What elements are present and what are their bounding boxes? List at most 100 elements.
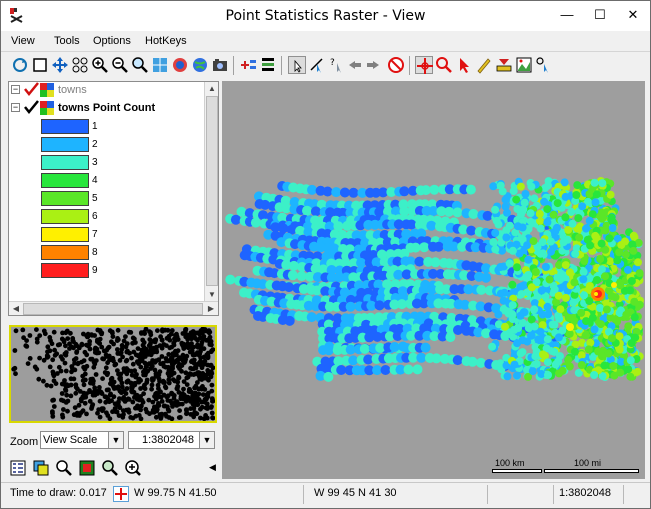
menu-hotkeys[interactable]: HotKeys (145, 35, 187, 47)
stop-icon[interactable] (387, 56, 405, 74)
snapshot-icon[interactable] (211, 56, 229, 74)
legend-swatch[interactable] (41, 119, 89, 134)
status-separator (623, 485, 624, 504)
collapse-panel-icon[interactable]: ◀ (209, 462, 216, 473)
status-coordinates-dms: W 99 45 N 41 30 (314, 487, 397, 499)
scroll-up-icon[interactable]: ▲ (205, 82, 219, 96)
scroll-thumb[interactable] (23, 303, 203, 315)
legend-swatch-label: 1 (92, 121, 98, 132)
zoom-overview-icon[interactable] (101, 459, 119, 477)
expand-toggle[interactable]: − (11, 103, 20, 112)
zoom-to-layer-icon[interactable] (131, 56, 149, 74)
toolbar-separator (233, 56, 234, 75)
zoom-out-icon[interactable] (111, 56, 129, 74)
legend-swatch-label: 6 (92, 211, 98, 222)
check-icon[interactable] (23, 99, 39, 119)
scroll-thumb[interactable] (206, 96, 218, 286)
pointer-icon[interactable] (455, 56, 473, 74)
select-icon[interactable] (288, 56, 306, 74)
legend-swatch-label: 8 (92, 247, 98, 258)
layer-manager-icon[interactable] (259, 56, 277, 74)
scroll-down-icon[interactable]: ▼ (205, 288, 219, 302)
legend-swatch[interactable] (41, 263, 89, 278)
locator-icon[interactable] (78, 459, 96, 477)
scale-bar-mi-label: 100 mi (574, 458, 602, 468)
menu-options[interactable]: Options (93, 35, 131, 47)
maximize-button[interactable]: ☐ (585, 1, 615, 31)
legend-swatch[interactable] (41, 245, 89, 260)
redraw-icon[interactable] (11, 56, 29, 74)
back-icon[interactable] (346, 56, 364, 74)
scale-bar-km-label: 100 km (495, 458, 525, 468)
scroll-left-icon[interactable]: ◀ (9, 302, 23, 316)
legend-swatch-label: 9 (92, 265, 98, 276)
multi-layer-icon[interactable] (171, 56, 189, 74)
zoom-in-icon[interactable] (91, 56, 109, 74)
zoom-selected-icon[interactable] (151, 56, 169, 74)
zoom-mode-value: View Scale (43, 434, 98, 446)
edit-ruler-icon[interactable] (495, 56, 513, 74)
chevron-down-icon[interactable]: ▼ (199, 432, 214, 448)
add-layer-icon[interactable] (239, 56, 257, 74)
search-icon[interactable] (55, 459, 73, 477)
raster-layer-icon (40, 101, 54, 115)
legend-vertical-scrollbar[interactable]: ▲ ▼ (204, 82, 218, 302)
map-canvas[interactable]: 100 km 100 mi (222, 81, 645, 479)
legend-horizontal-scrollbar[interactable]: ◀ ▶ (9, 301, 218, 315)
image-icon[interactable] (515, 56, 533, 74)
chevron-down-icon[interactable]: ▼ (108, 432, 123, 448)
sketch-icon[interactable] (535, 56, 553, 74)
expand-toggle[interactable]: − (11, 85, 20, 94)
legend-swatch[interactable] (41, 227, 89, 242)
zoom-scale-select[interactable]: 1:3802048 ▼ (128, 431, 215, 449)
overview-map[interactable] (9, 325, 217, 423)
legend-swatch-label: 7 (92, 229, 98, 240)
close-button[interactable]: ✕ (618, 1, 648, 31)
minimize-button[interactable]: — (552, 1, 582, 31)
legend-swatch[interactable] (41, 137, 89, 152)
measure-icon[interactable] (308, 56, 326, 74)
status-separator (487, 485, 488, 504)
overview-map-points (11, 326, 216, 422)
legend-icon[interactable] (9, 459, 27, 477)
menu-view[interactable]: View (11, 35, 35, 47)
crosshair-toggle-icon[interactable] (113, 486, 129, 502)
pan-icon[interactable] (51, 56, 69, 74)
legend-swatch-label: 4 (92, 175, 98, 186)
legend-swatch[interactable] (41, 191, 89, 206)
menu-tools[interactable]: Tools (54, 35, 80, 47)
zoom-extent-icon[interactable] (124, 459, 142, 477)
toolbar-separator (281, 56, 282, 75)
zoom-target-icon[interactable] (435, 56, 453, 74)
legend-toolbar (9, 458, 219, 478)
forward-icon[interactable] (364, 56, 382, 74)
scale-bar-km-bar (492, 469, 542, 473)
full-view-icon[interactable] (31, 56, 49, 74)
legend-swatch-label: 2 (92, 139, 98, 150)
main-toolbar: ? (1, 53, 650, 79)
status-separator (303, 485, 304, 504)
legend-panel: − towns − towns Point Count 1 2 3 4 5 6 7 8 9 ▲ … (8, 81, 219, 316)
time-to-draw: Time to draw: 0.017 (10, 487, 107, 499)
help-cursor-icon[interactable]: ? (328, 56, 346, 74)
svg-text:?: ? (330, 58, 335, 68)
globe-icon[interactable] (191, 56, 209, 74)
zoom-mode-select[interactable]: View Scale ▼ (40, 431, 124, 449)
layers-icon[interactable] (32, 459, 50, 477)
legend-swatch[interactable] (41, 209, 89, 224)
layer-name: towns Point Count (58, 102, 156, 114)
map-raster (225, 177, 644, 382)
crosshair-icon[interactable] (415, 56, 433, 74)
zoom-box-icon[interactable] (71, 56, 89, 74)
check-icon[interactable] (23, 81, 39, 101)
status-scale: 1:3802048 (559, 487, 611, 499)
status-coordinates-decimal: W 99.75 N 41.50 (134, 487, 217, 499)
legend-swatch-label: 3 (92, 157, 98, 168)
zoom-label: Zoom (10, 436, 39, 448)
legend-swatch[interactable] (41, 173, 89, 188)
legend-swatch[interactable] (41, 155, 89, 170)
status-separator (553, 485, 554, 504)
scroll-right-icon[interactable]: ▶ (204, 302, 218, 316)
pencil-icon[interactable] (475, 56, 493, 74)
layer-name: towns (58, 84, 87, 96)
